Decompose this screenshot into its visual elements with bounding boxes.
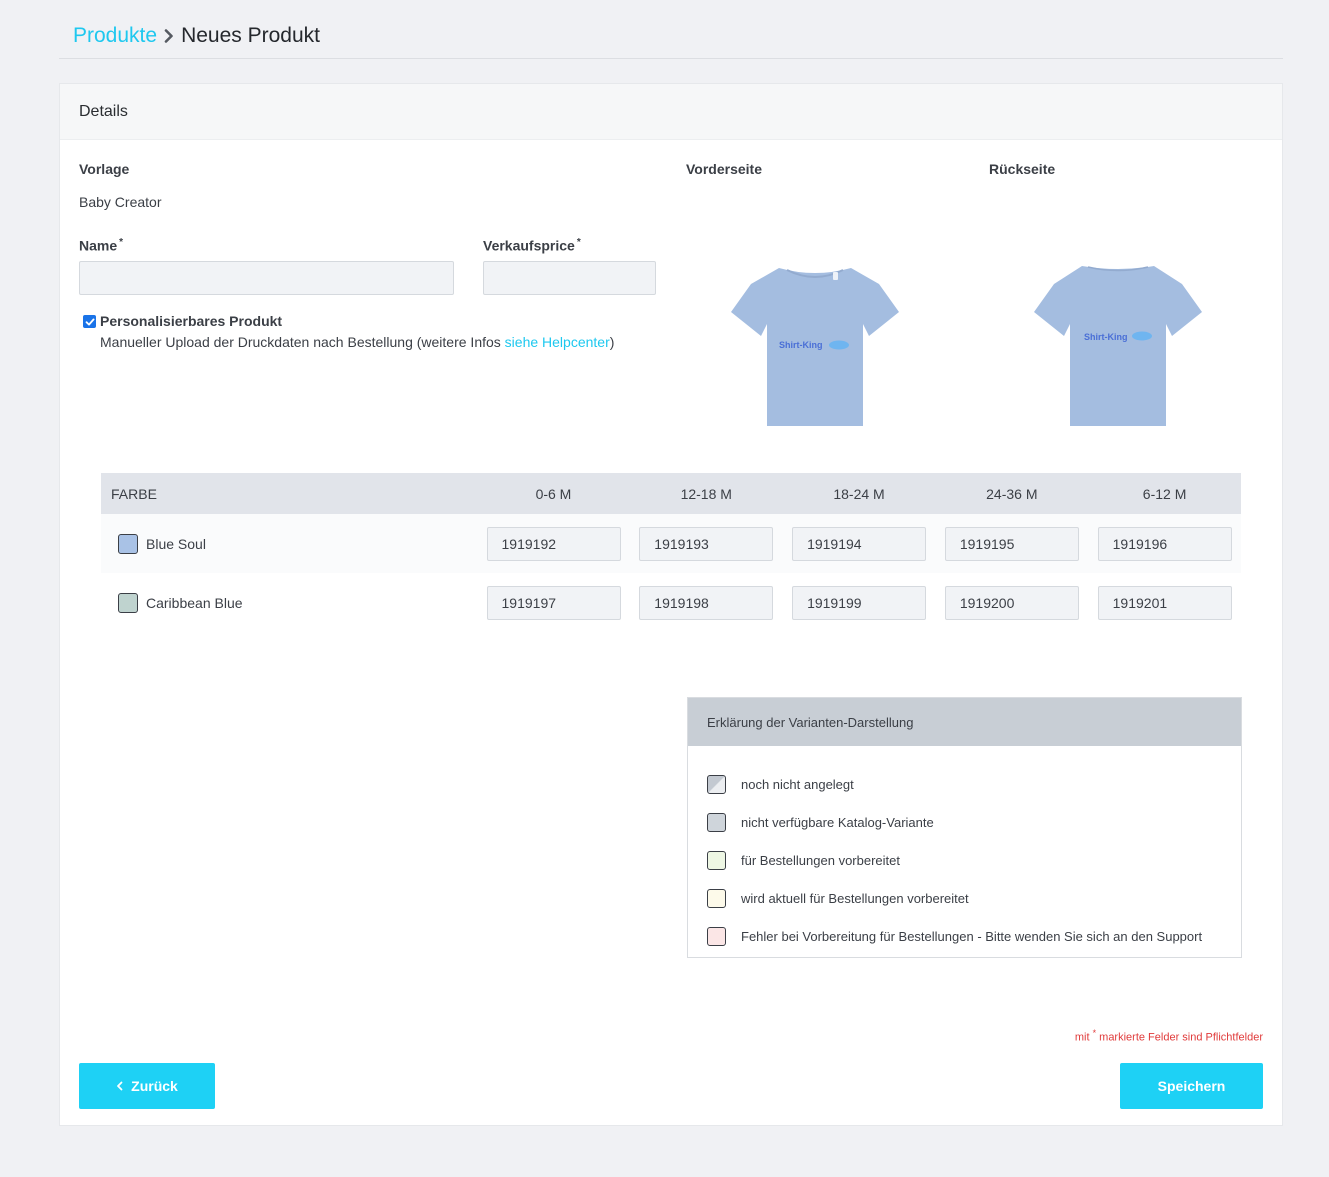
back-label: Rückseite [989, 161, 1056, 177]
details-card: Details Vorlage Baby Creator Name * Verka… [59, 83, 1283, 1126]
sku-field[interactable]: 1919201 [1097, 585, 1232, 620]
color-swatch [118, 533, 138, 554]
save-button-label: Speichern [1157, 1078, 1226, 1094]
front-label: Vorderseite [686, 161, 762, 177]
legend-item: für Bestellungen vorbereitet [688, 841, 1241, 879]
color-cell: Caribbean Blue [101, 592, 477, 613]
name-label-text: Name [79, 237, 118, 254]
name-label: Name * [79, 237, 123, 254]
sku-field[interactable]: 1919196 [1097, 526, 1232, 561]
template-value: Baby Creator [79, 194, 162, 210]
personalizable-description: Manueller Upload der Druckdaten nach Bes… [100, 334, 614, 350]
color-name: Caribbean Blue [146, 594, 243, 611]
legend-list: noch nicht angelegt nicht verfügbare Kat… [688, 746, 1241, 955]
column-header-size: 24-36 M [986, 485, 1038, 502]
sku-field[interactable]: 1919199 [792, 585, 927, 620]
sku-field[interactable]: 1919200 [944, 585, 1079, 620]
back-shirt-image: Shirt-King [1034, 266, 1202, 426]
price-input[interactable] [483, 261, 656, 295]
legend-swatch [707, 774, 726, 794]
legend-title: Erklärung der Varianten-Darstellung [688, 698, 1241, 746]
legend-label: noch nicht angelegt [741, 776, 854, 792]
save-button[interactable]: Speichern [1120, 1063, 1263, 1109]
legend-swatch [707, 850, 726, 870]
personalizable-label[interactable]: Personalisierbares Produkt [100, 313, 282, 329]
color-name: Blue Soul [146, 535, 206, 552]
page-title: Neues Produkt [181, 24, 320, 47]
front-shirt-image: Shirt-King [731, 268, 899, 426]
personalizable-desc-end: ) [609, 334, 615, 350]
legend-item: nicht verfügbare Katalog-Variante [688, 803, 1241, 841]
personalizable-checkbox[interactable] [83, 315, 96, 328]
chevron-right-icon [157, 22, 181, 50]
table-row: Caribbean Blue 1919197 1919198 1919199 1… [101, 573, 1241, 632]
sku-field[interactable]: 1919193 [639, 526, 774, 561]
legend-label: Fehler bei Vorbereitung für Bestellungen… [741, 928, 1203, 944]
column-header-size: 12-18 M [680, 485, 732, 502]
variants-table: FARBE 0-6 M 12-18 M 18-24 M 24-36 M 6-12… [101, 473, 1241, 632]
sku-field[interactable]: 1919197 [486, 585, 621, 620]
template-label: Vorlage [79, 161, 130, 177]
column-header-size: 0-6 M [535, 485, 572, 502]
header-divider [59, 58, 1283, 59]
sku-field[interactable]: 1919192 [486, 526, 621, 561]
color-cell: Blue Soul [101, 533, 477, 554]
required-note-star: * [1092, 1028, 1097, 1038]
color-swatch [118, 592, 138, 613]
price-label: Verkaufsprice * [483, 237, 581, 254]
legend-item: Fehler bei Vorbereitung für Bestellungen… [688, 917, 1241, 955]
legend-swatch [707, 812, 726, 832]
price-label-text: Verkaufsprice [483, 237, 575, 254]
breadcrumb-link-products[interactable]: Produkte [73, 24, 157, 48]
helpcenter-link[interactable]: siehe Helpcenter [505, 334, 610, 350]
back-logo-text: Shirt-King [1084, 332, 1128, 342]
legend-label: für Bestellungen vorbereitet [741, 852, 900, 868]
required-note-suffix: markierte Felder sind Pflichtfelder [1099, 1031, 1263, 1044]
breadcrumb: Produkte Neues Produkt [73, 22, 320, 50]
variant-legend: Erklärung der Varianten-Darstellung noch… [687, 697, 1242, 958]
back-button-label: Zurück [131, 1078, 178, 1094]
front-logo-text: Shirt-King [779, 340, 823, 350]
legend-label: nicht verfügbare Katalog-Variante [741, 814, 934, 830]
personalizable-desc-text: Manueller Upload der Druckdaten nach Bes… [100, 334, 505, 350]
column-header-color: FARBE [111, 485, 157, 502]
required-marker: * [576, 237, 581, 248]
sku-field[interactable]: 1919194 [792, 526, 927, 561]
table-row: Blue Soul 1919192 1919193 1919194 191919… [101, 514, 1241, 573]
required-fields-note: mit * markierte Felder sind Pflichtfelde… [1075, 1028, 1263, 1044]
table-header: FARBE 0-6 M 12-18 M 18-24 M 24-36 M 6-12… [101, 473, 1241, 514]
legend-swatch [707, 888, 726, 908]
legend-swatch [707, 926, 726, 946]
card-title: Details [60, 84, 1282, 140]
legend-label: wird aktuell für Bestellungen vorbereite… [741, 890, 969, 906]
required-marker: * [119, 237, 124, 248]
sku-field[interactable]: 1919198 [639, 585, 774, 620]
name-input[interactable] [79, 261, 454, 295]
legend-item: noch nicht angelegt [688, 765, 1241, 803]
back-button[interactable]: Zurück [79, 1063, 215, 1109]
sku-field[interactable]: 1919195 [944, 526, 1079, 561]
legend-item: wird aktuell für Bestellungen vorbereite… [688, 879, 1241, 917]
column-header-size: 18-24 M [833, 485, 885, 502]
check-icon [85, 318, 94, 325]
chevron-left-icon [117, 1081, 123, 1091]
column-header-size: 6-12 M [1142, 485, 1187, 502]
required-note-prefix: mit [1074, 1031, 1090, 1044]
